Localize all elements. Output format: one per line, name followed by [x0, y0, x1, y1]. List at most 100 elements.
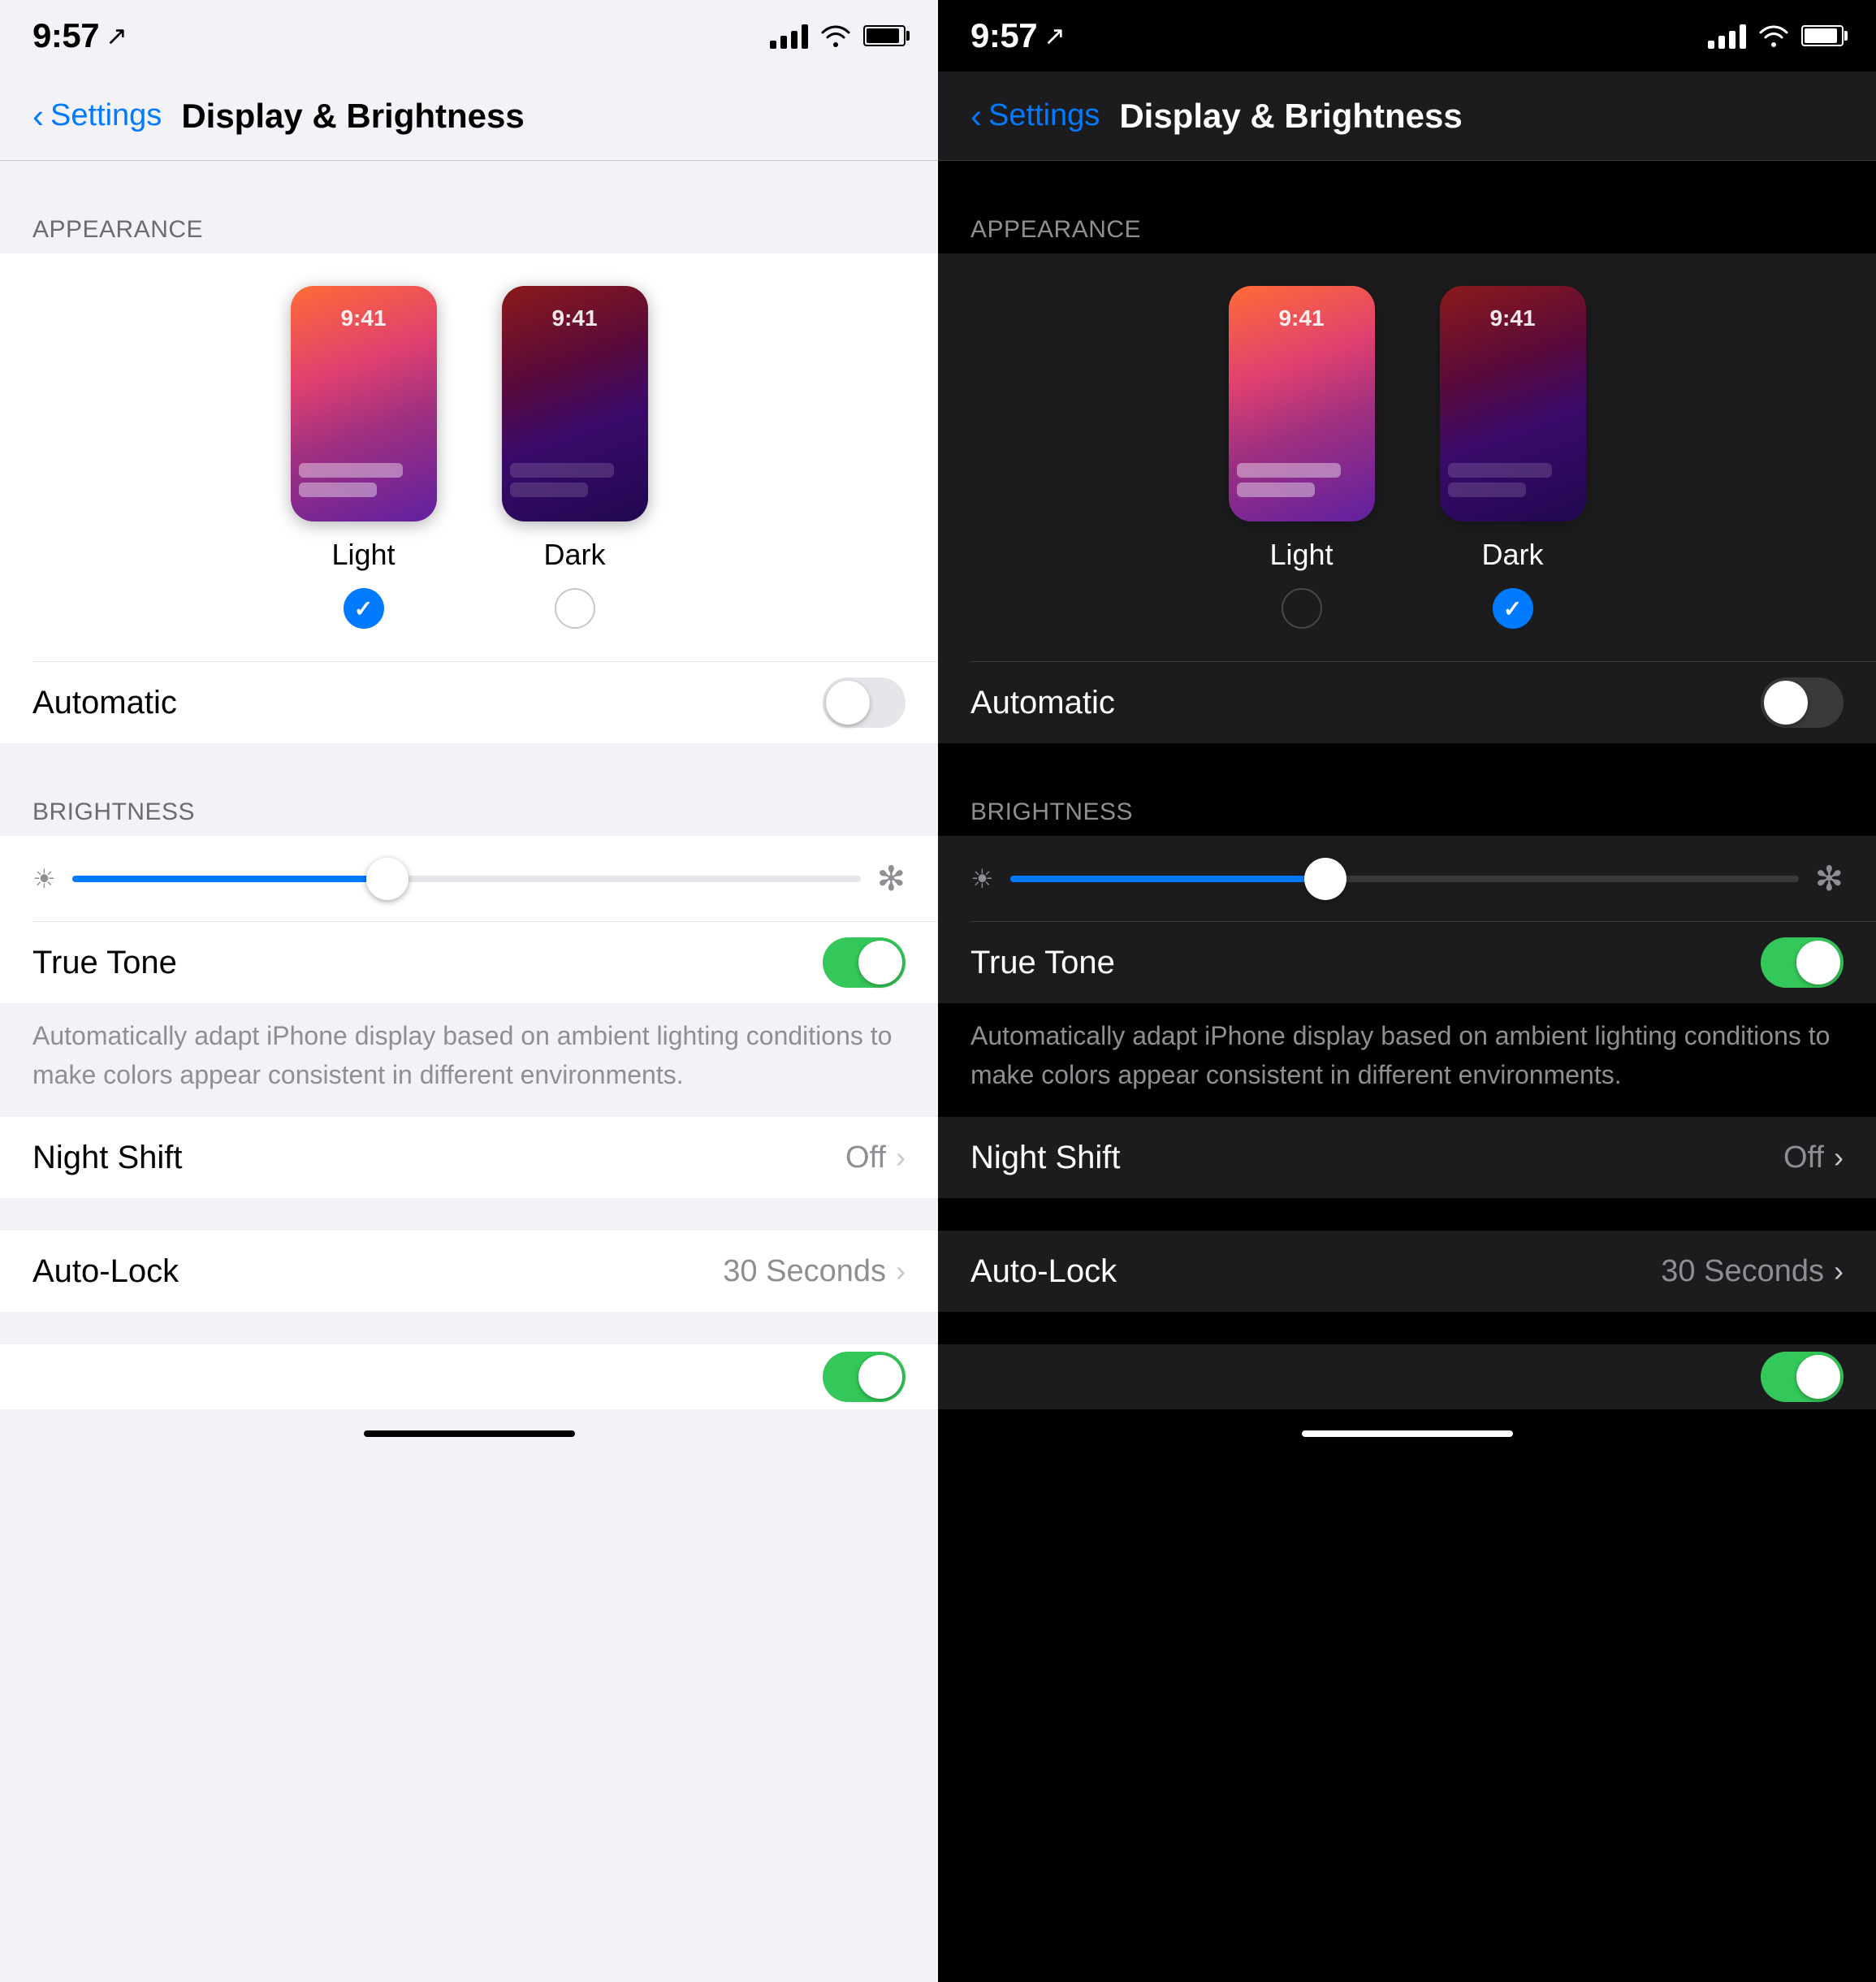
night-shift-chevron-dark: › [1834, 1140, 1844, 1175]
appearance-section-dark: 9:41 Light 9:41 [938, 253, 1876, 743]
brightness-section-dark: ☀ ✻ True Tone [938, 836, 1876, 1003]
phone-time-light-d: 9:41 [1229, 305, 1375, 331]
light-mode-label: Light [331, 538, 395, 572]
bottom-bar-light [0, 1409, 938, 1458]
appearance-section-light: 9:41 Light 9:41 [0, 253, 938, 743]
phone-time-dark: 9:41 [502, 305, 648, 331]
dark-mode-label: Dark [543, 538, 605, 572]
appearance-option-light-d[interactable]: 9:41 Light [1229, 286, 1375, 629]
battery-icon-dark [1801, 25, 1844, 46]
autolock-row-dark[interactable]: Auto-Lock 30 Seconds › [938, 1231, 1876, 1312]
brightness-header-light: BRIGHTNESS [0, 776, 938, 836]
back-chevron-dark: ‹ [970, 99, 982, 133]
signal-bars-light [770, 23, 808, 49]
brightness-min-icon-light: ☀ [32, 863, 56, 894]
appearance-option-dark-d[interactable]: 9:41 Dark [1440, 286, 1586, 629]
dark-panel: 9:57 ↗ ‹ Settings Display & Brightne [938, 0, 1876, 1982]
autolock-row-light[interactable]: Auto-Lock 30 Seconds › [0, 1231, 938, 1312]
night-shift-value-dark: Off [1783, 1140, 1824, 1175]
signal-bar-1 [770, 41, 776, 49]
autolock-value-light: 30 Seconds [723, 1254, 886, 1289]
dark-mode-radio[interactable] [555, 588, 595, 629]
signal-bar-d4 [1740, 24, 1746, 49]
automatic-label-light: Automatic [32, 685, 823, 721]
dark-mode-radio-d[interactable] [1493, 588, 1533, 629]
back-label-light: Settings [50, 98, 162, 133]
autolock-label-light: Auto-Lock [32, 1253, 723, 1290]
true-tone-label-dark: True Tone [970, 945, 1761, 981]
battery-fill-dark [1805, 28, 1837, 43]
automatic-toggle-light[interactable] [823, 677, 906, 728]
spacer-3-light [0, 1198, 938, 1231]
autolock-value-dark: 30 Seconds [1661, 1254, 1824, 1289]
home-indicator-dark [1302, 1430, 1513, 1437]
brightness-fill-dark [1010, 876, 1325, 882]
true-tone-toggle-dark[interactable] [1761, 937, 1844, 988]
signal-bar-2 [780, 36, 787, 49]
spacer-1-dark [938, 161, 1876, 193]
signal-bar-d1 [1708, 41, 1714, 49]
status-icons-light [770, 23, 906, 49]
phone-preview-dark-d: 9:41 [1440, 286, 1586, 521]
status-time-dark: 9:57 [970, 16, 1037, 55]
signal-bar-d3 [1729, 31, 1736, 49]
spacer-4-light [0, 1312, 938, 1344]
brightness-header-dark: BRIGHTNESS [938, 776, 1876, 836]
autolock-section-light: Auto-Lock 30 Seconds › [0, 1231, 938, 1312]
status-icons-dark [1708, 23, 1844, 49]
nav-title-dark: Display & Brightness [1119, 97, 1462, 136]
phone-preview-light: 9:41 [291, 286, 437, 521]
back-button-light[interactable]: ‹ Settings [32, 98, 162, 133]
automatic-row-light[interactable]: Automatic [0, 662, 938, 743]
brightness-max-icon-dark: ✻ [1815, 859, 1844, 898]
true-tone-row-light[interactable]: True Tone [0, 922, 938, 1003]
signal-bars-dark [1708, 23, 1746, 49]
content-light: APPEARANCE 9:41 Light [0, 161, 938, 1982]
signal-bar-3 [791, 31, 798, 49]
brightness-row-dark: ☀ ✻ [938, 836, 1876, 921]
spacer-2-dark [938, 743, 1876, 776]
night-shift-section-light: Night Shift Off › [0, 1117, 938, 1198]
true-tone-toggle-light[interactable] [823, 937, 906, 988]
brightness-section-light: ☀ ✻ True Tone [0, 836, 938, 1003]
nav-bar-light: ‹ Settings Display & Brightness [0, 71, 938, 161]
automatic-row-dark[interactable]: Automatic [938, 662, 1876, 743]
night-shift-row-dark[interactable]: Night Shift Off › [938, 1117, 1876, 1198]
appearance-option-dark[interactable]: 9:41 Dark [502, 286, 648, 629]
light-mode-radio[interactable] [344, 588, 384, 629]
brightness-row-light: ☀ ✻ [0, 836, 938, 921]
true-tone-label-light: True Tone [32, 945, 823, 981]
spacer-3-dark [938, 1198, 1876, 1231]
status-bar-light: 9:57 ↗ [0, 0, 938, 71]
wifi-icon-light [821, 24, 850, 47]
brightness-thumb-light[interactable] [366, 858, 408, 900]
battery-fill-light [867, 28, 899, 43]
brightness-track-dark[interactable] [1010, 876, 1799, 882]
true-tone-row-dark[interactable]: True Tone [938, 922, 1876, 1003]
automatic-toggle-dark[interactable] [1761, 677, 1844, 728]
battery-icon-light [863, 25, 906, 46]
spacer-4-dark [938, 1312, 1876, 1344]
phone-preview-dark: 9:41 [502, 286, 648, 521]
partial-row-dark [938, 1344, 1876, 1409]
appearance-option-light[interactable]: 9:41 Light [291, 286, 437, 629]
phone-time-light: 9:41 [291, 305, 437, 331]
night-shift-chevron-light: › [896, 1140, 906, 1175]
nav-bar-dark: ‹ Settings Display & Brightness [938, 71, 1876, 161]
light-mode-radio-d[interactable] [1282, 588, 1322, 629]
spacer-2-light [0, 743, 938, 776]
true-tone-note-dark: Automatically adapt iPhone display based… [938, 1003, 1876, 1117]
location-icon-light: ↗ [106, 20, 128, 51]
back-button-dark[interactable]: ‹ Settings [970, 98, 1100, 133]
brightness-max-icon-light: ✻ [877, 859, 906, 898]
phone-time-dark-d: 9:41 [1440, 305, 1586, 331]
dark-mode-label-d: Dark [1481, 538, 1543, 572]
night-shift-row-light[interactable]: Night Shift Off › [0, 1117, 938, 1198]
signal-bar-4 [802, 24, 808, 49]
brightness-thumb-dark[interactable] [1304, 858, 1346, 900]
back-label-dark: Settings [988, 98, 1100, 133]
night-shift-label-light: Night Shift [32, 1140, 845, 1176]
wifi-icon-dark [1759, 24, 1788, 47]
brightness-min-icon-dark: ☀ [970, 863, 994, 894]
brightness-track-light[interactable] [72, 876, 861, 882]
